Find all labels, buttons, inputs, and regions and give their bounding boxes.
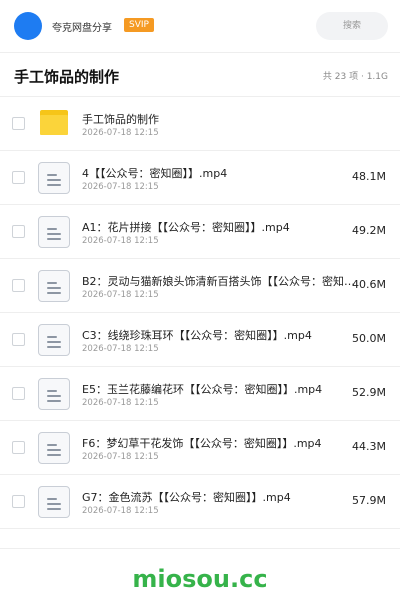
file-date: 2026-07-18 12:15 (82, 290, 159, 300)
file-date: 2026-07-18 12:15 (82, 452, 159, 462)
file-name[interactable]: A1：花片拼接【【公众号：密知圈】】.mp4 (82, 219, 358, 235)
file-icon (38, 378, 70, 410)
select-checkbox[interactable] (12, 225, 25, 238)
item-count: 共 23 项 (322, 72, 359, 82)
file-icon (38, 486, 70, 518)
file-name[interactable]: B2：灵动与猫新娘头饰清新百搭头饰【【公众号：密知圈】】.mp4 (82, 273, 358, 289)
file-name[interactable]: F6：梦幻草干花发饰【【公众号：密知圈】】.mp4 (82, 435, 358, 451)
file-size: 52.9M (352, 386, 386, 399)
file-size: 40.6M (352, 278, 386, 291)
file-icon (38, 162, 70, 194)
file-icon (38, 216, 70, 248)
header: 夸克网盘分享 SVIP 搜索 (0, 0, 400, 52)
file-row[interactable]: F6：梦幻草干花发饰【【公众号：密知圈】】.mp4 2026-07-18 12:1… (0, 421, 400, 475)
file-name[interactable]: C3：线绕珍珠耳环【【公众号：密知圈】】.mp4 (82, 327, 358, 343)
file-row[interactable]: B2：灵动与猫新娘头饰清新百搭头饰【【公众号：密知圈】】.mp42026-07-… (0, 259, 400, 313)
file-date: 2026-07-18 12:15 (82, 236, 159, 246)
select-checkbox[interactable] (12, 387, 25, 400)
file-date: 2026-07-18 12:15 (82, 398, 159, 408)
file-name[interactable]: 手工饰品的制作 (82, 111, 358, 127)
select-checkbox[interactable] (12, 333, 25, 346)
file-size: 48.1M (352, 170, 386, 183)
total-size: 1.1G (366, 72, 388, 82)
select-checkbox[interactable] (12, 441, 25, 454)
title-bar: 手工饰品的制作 共 23 项 · 1.1G (0, 53, 400, 97)
file-row[interactable]: 手工饰品的制作 2026-07-18 12:15 (0, 97, 400, 151)
folder-summary: 共 23 项 · 1.1G (323, 69, 388, 82)
search-input[interactable]: 搜索 (316, 12, 388, 40)
file-icon (38, 270, 70, 302)
file-icon (38, 432, 70, 464)
folder-icon (38, 108, 70, 140)
select-checkbox[interactable] (12, 171, 25, 184)
file-date: 2026-07-18 12:15 (82, 344, 159, 354)
file-date: 2026-07-18 12:15 (82, 506, 159, 516)
file-icon (38, 324, 70, 356)
file-list: 手工饰品的制作 2026-07-18 12:15 4【【公众号：密知圈】】.mp4 2… (0, 97, 400, 529)
file-date: 2026-07-18 12:15 (82, 128, 159, 138)
file-row[interactable]: C3：线绕珍珠耳环【【公众号：密知圈】】.mp4 2026-07-18 12:15… (0, 313, 400, 367)
file-size: 49.2M (352, 224, 386, 237)
avatar[interactable] (14, 12, 42, 40)
file-row[interactable]: 4【【公众号：密知圈】】.mp4 2026-07-18 12:15 48.1M (0, 151, 400, 205)
file-size: 50.0M (352, 332, 386, 345)
summary-separator: · (360, 72, 364, 82)
select-checkbox[interactable] (12, 279, 25, 292)
file-size: 57.9M (352, 494, 386, 507)
file-row[interactable]: A1：花片拼接【【公众号：密知圈】】.mp4 2026-07-18 12:15 49… (0, 205, 400, 259)
file-name[interactable]: E5：玉兰花藤编花环【【公众号：密知圈】】.mp4 (82, 381, 358, 397)
file-size: 44.3M (352, 440, 386, 453)
file-row[interactable]: E5：玉兰花藤编花环【【公众号：密知圈】】.mp4 2026-07-18 12:1… (0, 367, 400, 421)
file-row[interactable]: G7：金色流苏【【公众号：密知圈】】.mp4 2026-07-18 12:15 57… (0, 475, 400, 529)
file-name[interactable]: G7：金色流苏【【公众号：密知圈】】.mp4 (82, 489, 358, 505)
page-title: 手工饰品的制作 (14, 68, 120, 86)
file-date: 2026-07-18 12:15 (82, 182, 159, 192)
svip-badge: SVIP (124, 18, 154, 32)
file-name[interactable]: 4【【公众号：密知圈】】.mp4 (82, 165, 358, 181)
select-checkbox[interactable] (12, 117, 25, 130)
brand-logo: miosou.cc (132, 565, 268, 593)
select-checkbox[interactable] (12, 495, 25, 508)
share-title: 夸克网盘分享 (52, 23, 112, 34)
